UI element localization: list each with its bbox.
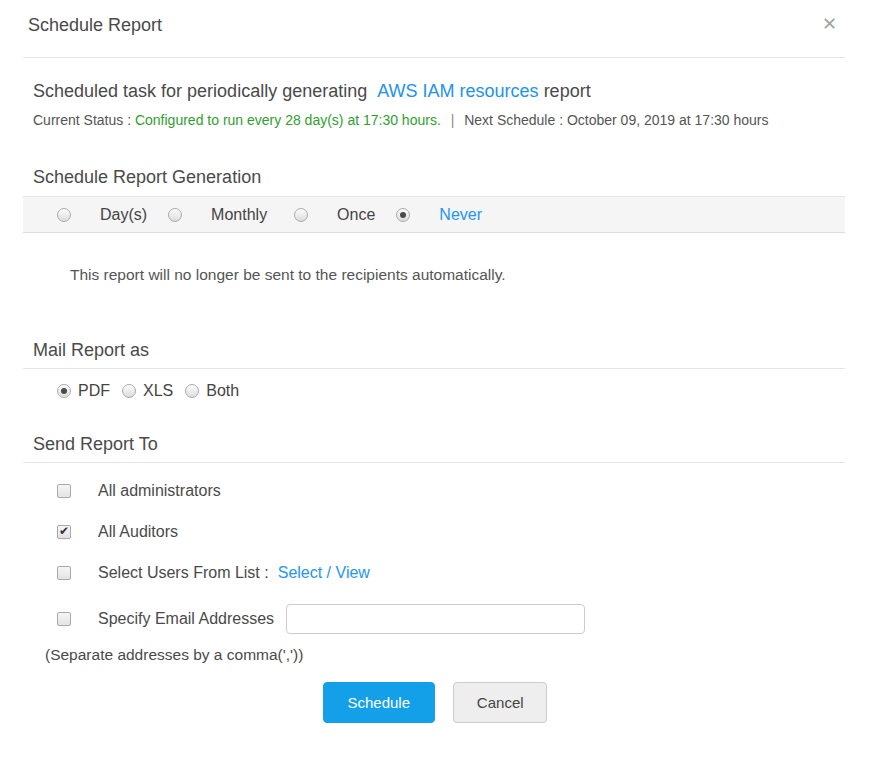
radio-days-label: Day(s) xyxy=(100,206,147,224)
schedule-report-dialog: Schedule Report ✕ Scheduled task for per… xyxy=(0,0,870,723)
section-title-generation: Schedule Report Generation xyxy=(23,167,845,197)
mail-format-group: PDF XLS Both xyxy=(57,381,870,400)
checkbox-all-auditors[interactable] xyxy=(57,525,71,539)
radio-option-never[interactable]: Never xyxy=(396,206,482,224)
never-note: This report will no longer be sent to th… xyxy=(70,266,870,284)
checkbox-row-select-users: Select Users From List : Select / View xyxy=(57,563,870,582)
schedule-frequency-group: Day(s) Monthly Once Never xyxy=(23,197,845,233)
radio-pdf-label: PDF xyxy=(78,382,110,400)
current-status-label: Current Status : xyxy=(33,112,131,128)
radio-option-once[interactable]: Once xyxy=(294,206,375,224)
specify-email-label: Specify Email Addresses xyxy=(98,610,274,628)
recipients-group: All administrators All Auditors Select U… xyxy=(57,481,870,634)
all-auditors-label: All Auditors xyxy=(98,523,178,541)
comma-hint: (Separate addresses by a comma(',')) xyxy=(45,646,870,664)
radio-never-icon[interactable] xyxy=(396,208,410,222)
radio-both-label: Both xyxy=(206,382,239,400)
intro-prefix: Scheduled task for periodically generati… xyxy=(33,81,367,101)
radio-once-icon[interactable] xyxy=(294,208,308,222)
radio-both-icon[interactable] xyxy=(185,384,199,398)
close-icon[interactable]: ✕ xyxy=(822,15,837,33)
radio-once-label: Once xyxy=(337,206,375,224)
radio-option-days[interactable]: Day(s) xyxy=(57,206,147,224)
radio-monthly-icon[interactable] xyxy=(168,208,182,222)
select-view-link[interactable]: Select / View xyxy=(278,564,370,582)
status-line: Current Status : Configured to run every… xyxy=(33,112,845,128)
radio-pdf-icon[interactable] xyxy=(57,384,71,398)
checkbox-row-specify-email: Specify Email Addresses xyxy=(57,604,870,634)
current-status-value: Configured to run every 28 day(s) at 17:… xyxy=(135,112,441,128)
report-name-link[interactable]: AWS IAM resources xyxy=(377,81,538,101)
checkbox-all-administrators[interactable] xyxy=(57,484,71,498)
radio-option-xls[interactable]: XLS xyxy=(122,382,173,400)
section-title-send-to: Send Report To xyxy=(23,434,845,463)
all-administrators-label: All administrators xyxy=(98,482,221,500)
dialog-title: Schedule Report xyxy=(28,13,845,37)
checkbox-row-all-auditors: All Auditors xyxy=(57,522,870,541)
schedule-button[interactable]: Schedule xyxy=(323,682,435,723)
section-title-mail-as: Mail Report as xyxy=(23,340,845,369)
radio-never-label: Never xyxy=(439,206,482,224)
radio-days-icon[interactable] xyxy=(57,208,71,222)
radio-option-pdf[interactable]: PDF xyxy=(57,382,110,400)
next-schedule-text: Next Schedule : October 09, 2019 at 17:3… xyxy=(464,112,768,128)
checkbox-select-users[interactable] xyxy=(57,566,71,580)
intro-suffix: report xyxy=(544,81,591,101)
radio-option-both[interactable]: Both xyxy=(185,382,239,400)
checkbox-row-all-administrators: All administrators xyxy=(57,481,870,500)
select-users-label: Select Users From List : xyxy=(98,564,269,582)
intro-sentence: Scheduled task for periodically generati… xyxy=(33,81,845,102)
radio-xls-label: XLS xyxy=(143,382,173,400)
radio-option-monthly[interactable]: Monthly xyxy=(168,206,273,224)
dialog-header: Schedule Report ✕ xyxy=(23,0,845,58)
radio-monthly-label: Monthly xyxy=(211,206,273,224)
status-separator: | xyxy=(451,112,455,128)
dialog-actions: Schedule Cancel xyxy=(0,682,870,723)
checkbox-specify-email[interactable] xyxy=(57,612,71,626)
email-addresses-input[interactable] xyxy=(286,604,585,634)
cancel-button[interactable]: Cancel xyxy=(453,682,547,723)
radio-xls-icon[interactable] xyxy=(122,384,136,398)
